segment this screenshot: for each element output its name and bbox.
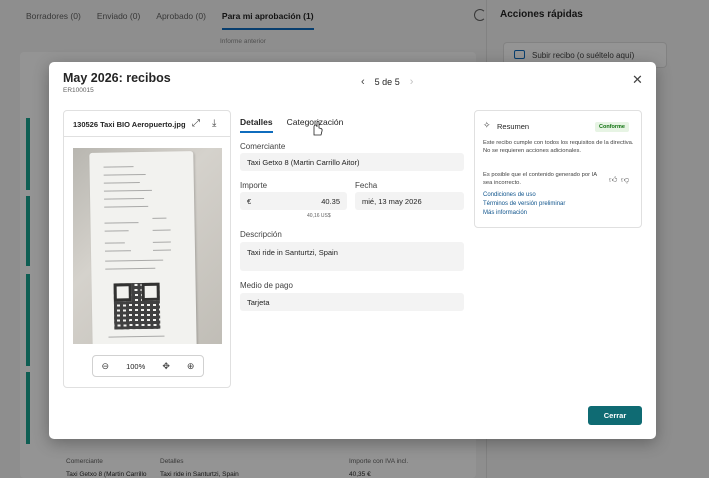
description-field[interactable]: Taxi ride in Santurtzi, Spain — [240, 242, 464, 271]
amount-value: 40.35 — [321, 196, 340, 206]
merchant-label: Comerciante — [240, 142, 286, 151]
chevron-right-icon[interactable]: › — [410, 76, 414, 88]
sparkle-icon: ✧ — [483, 120, 491, 130]
amount-label: Importe — [240, 181, 268, 190]
receipt-preview-panel: 130526 Taxi BIO Aeropuerto.jpg ⤢ ⤓ ⊖ 100… — [63, 110, 231, 388]
tab-details[interactable]: Detalles — [240, 117, 273, 133]
amount-field[interactable]: € 40.35 — [240, 192, 347, 210]
zoom-toolbar: ⊖ 100% ✥ ⊕ — [92, 355, 204, 377]
dialog-title: May 2026: recibos — [63, 71, 171, 85]
pan-icon[interactable]: ✥ — [162, 361, 170, 372]
receipt-image — [73, 148, 222, 344]
ai-summary-card: ✧ Resumen Conforme Este recibo cumple co… — [474, 110, 642, 228]
summary-title: Resumen — [497, 122, 530, 131]
date-field[interactable]: mié, 13 may 2026 — [355, 192, 464, 210]
divider — [64, 136, 230, 137]
date-label: Fecha — [355, 181, 378, 190]
pager-label: 5 de 5 — [374, 77, 400, 87]
more-info-link[interactable]: Más información — [483, 210, 527, 216]
receipt-filename: 130526 Taxi BIO Aeropuerto.jpg — [73, 120, 186, 129]
zoom-out-icon[interactable]: ⊖ — [102, 361, 110, 372]
zoom-level: 100% — [126, 361, 146, 371]
payment-method-field[interactable]: Tarjeta — [240, 293, 464, 311]
receipt-paper — [89, 151, 197, 344]
summary-text: Este recibo cumple con todos los requisi… — [483, 140, 634, 154]
close-button[interactable]: Cerrar — [588, 406, 642, 425]
thumbs-up-icon[interactable]: 👍︎ — [609, 175, 617, 185]
amount-conversion: 40,16 US$ — [307, 213, 331, 219]
zoom-in-icon[interactable]: ⊕ — [187, 361, 195, 372]
thumbs-down-icon[interactable]: 👎︎ — [621, 175, 629, 185]
download-icon[interactable]: ⤓ — [212, 118, 216, 129]
receipts-dialog: May 2026: recibos ER100015 ‹ 5 de 5 › ✕ … — [49, 62, 656, 439]
detail-tabs: Detalles Categorización — [240, 117, 343, 133]
preview-terms-link[interactable]: Términos de versión preliminar — [483, 201, 565, 207]
close-icon[interactable]: ✕ — [632, 72, 643, 88]
expand-icon[interactable]: ⤢ — [192, 118, 200, 129]
chevron-left-icon[interactable]: ‹ — [361, 76, 365, 88]
terms-of-use-link[interactable]: Condiciones de uso — [483, 192, 536, 198]
currency-symbol: € — [247, 196, 252, 206]
pager: ‹ 5 de 5 › — [361, 76, 413, 88]
qr-code — [113, 282, 161, 330]
mouse-pointer-icon — [313, 121, 323, 136]
merchant-field[interactable]: Taxi Getxo 8 (Martin Carrillo Aitor) — [240, 153, 464, 171]
description-label: Descripción — [240, 230, 282, 239]
ai-disclaimer: Es posible que el contenido generado por… — [483, 172, 597, 186]
status-badge: Conforme — [595, 122, 629, 132]
report-id: ER100015 — [63, 87, 94, 94]
payment-method-label: Medio de pago — [240, 281, 293, 290]
